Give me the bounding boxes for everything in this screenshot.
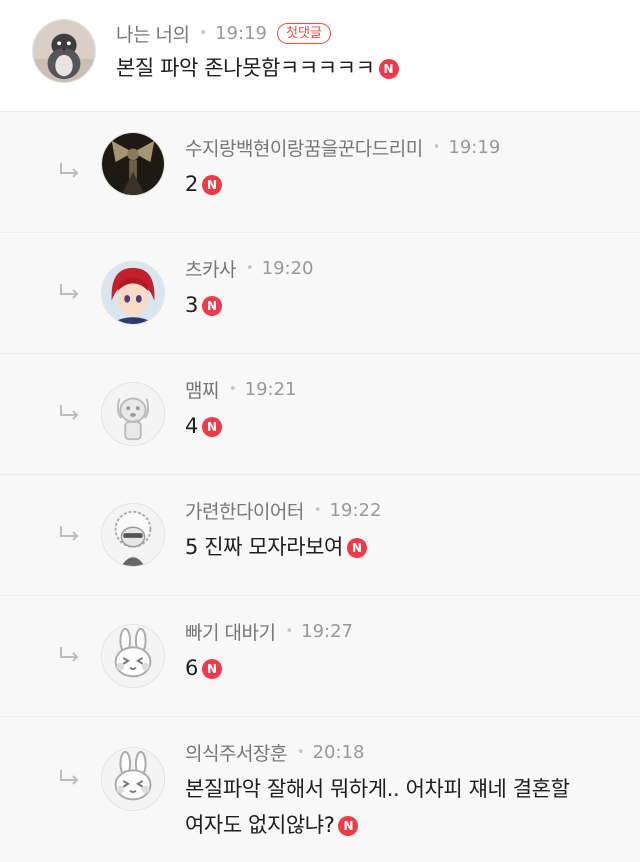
comment-meta: 맴찌 • 19:21 — [185, 376, 297, 403]
comment-item: 나는 너의 • 19:19 첫댓글 본질 파악 존나못함ㅋㅋㅋㅋㅋ N — [0, 0, 640, 112]
separator-dot: • — [296, 745, 305, 760]
reply-arrow-icon — [59, 769, 81, 785]
comment-body-line-1: 본질파악 잘해서 뭐하게.. 어차피 쟤네 결혼할 — [185, 777, 570, 801]
comment-body: 본질 파악 존나못함ㅋㅋㅋㅋㅋ — [116, 56, 375, 80]
new-icon: N — [201, 417, 222, 437]
comment-text: 6N — [185, 650, 222, 686]
reply-item: 의식주서장훈 • 20:18 본질파악 잘해서 뭐하게.. 어차피 쟤네 결혼할… — [0, 717, 640, 862]
avatar[interactable] — [101, 382, 165, 446]
new-icon: N — [378, 59, 399, 79]
timestamp: 19:19 — [448, 137, 501, 158]
comment-text: 본질파악 잘해서 뭐하게.. 어차피 쟤네 결혼할 여자도 없지않냐? N — [185, 771, 570, 843]
timestamp: 20:18 — [312, 742, 365, 763]
comment-body: 5 진짜 모자라보여 — [185, 535, 343, 559]
reply-arrow-icon — [59, 525, 81, 541]
reply-arrow-icon — [59, 283, 81, 299]
comment-meta: 나는 너의 • 19:19 첫댓글 — [116, 20, 331, 47]
comment-body: 6 — [185, 656, 198, 680]
reply-arrow-icon — [59, 404, 81, 420]
comment-text: 4N — [185, 408, 222, 444]
separator-dot: • — [245, 261, 254, 276]
nickname[interactable]: 츠카사 — [185, 255, 236, 282]
nickname[interactable]: 가련한다이어터 — [185, 497, 304, 524]
timestamp: 19:20 — [261, 258, 314, 279]
reply-item: 가련한다이어터 • 19:22 5 진짜 모자라보여 N — [0, 475, 640, 596]
comment-body: 4 — [185, 414, 198, 438]
comment-body-line-2: 여자도 없지않냐? — [185, 813, 335, 837]
nickname[interactable]: 빠기 대바기 — [185, 618, 276, 645]
timestamp: 19:19 — [215, 23, 268, 44]
timestamp: 19:27 — [301, 621, 353, 642]
new-icon: N — [201, 659, 222, 679]
red-hair-anime-avatar-icon — [102, 262, 164, 324]
reply-item: 빠기 대바기 • 19:27 6N — [0, 596, 640, 717]
comment-meta: 수지랑백현이랑꿈을꾼다드리미 • 19:19 — [185, 134, 500, 161]
separator-dot: • — [285, 624, 294, 639]
avatar[interactable] — [101, 624, 165, 688]
first-comment-badge: 첫댓글 — [277, 23, 331, 44]
comment-meta: 가련한다이어터 • 19:22 — [185, 497, 381, 524]
separator-dot: • — [228, 382, 237, 397]
reply-arrow-icon — [59, 646, 81, 662]
avatar[interactable] — [32, 19, 96, 83]
new-icon: N — [346, 538, 367, 558]
reply-item: 맴찌 • 19:21 4N — [0, 354, 640, 475]
separator-dot: • — [432, 140, 441, 155]
nickname[interactable]: 맴찌 — [185, 376, 219, 403]
dark-figure-avatar-icon — [102, 133, 164, 195]
reply-arrow-icon — [59, 162, 81, 178]
separator-dot: • — [199, 26, 208, 41]
nickname[interactable]: 의식주서장훈 — [185, 739, 287, 766]
new-icon: N — [201, 296, 222, 316]
new-icon: N — [201, 175, 222, 195]
comment-text: 2N — [185, 166, 222, 202]
new-icon: N — [338, 816, 359, 836]
comment-text: 3N — [185, 287, 222, 323]
timestamp: 19:22 — [329, 500, 382, 521]
reply-item: 츠카사 • 19:20 3N — [0, 233, 640, 354]
avatar[interactable] — [101, 132, 165, 196]
comment-body: 2 — [185, 172, 198, 196]
avatar[interactable] — [101, 503, 165, 567]
reply-item: 수지랑백현이랑꿈을꾼다드리미 • 19:19 2N — [0, 112, 640, 233]
avatar[interactable] — [101, 261, 165, 325]
avatar[interactable] — [101, 747, 165, 811]
afro-character-avatar-icon — [102, 504, 164, 566]
penguin-avatar-icon — [33, 20, 95, 82]
rabbit-avatar-icon — [102, 748, 164, 810]
separator-dot: • — [313, 503, 322, 518]
nickname[interactable]: 수지랑백현이랑꿈을꾼다드리미 — [185, 134, 423, 161]
rabbit-avatar-icon — [102, 625, 164, 687]
comment-text: 5 진짜 모자라보여 N — [185, 529, 367, 565]
comment-body: 3 — [185, 293, 198, 317]
nickname[interactable]: 나는 너의 — [116, 20, 190, 47]
dog-avatar-icon — [102, 383, 164, 445]
comment-meta: 빠기 대바기 • 19:27 — [185, 618, 353, 645]
comment-text: 본질 파악 존나못함ㅋㅋㅋㅋㅋ N — [116, 50, 399, 86]
comment-meta: 의식주서장훈 • 20:18 — [185, 739, 364, 766]
timestamp: 19:21 — [244, 379, 297, 400]
comment-meta: 츠카사 • 19:20 — [185, 255, 314, 282]
